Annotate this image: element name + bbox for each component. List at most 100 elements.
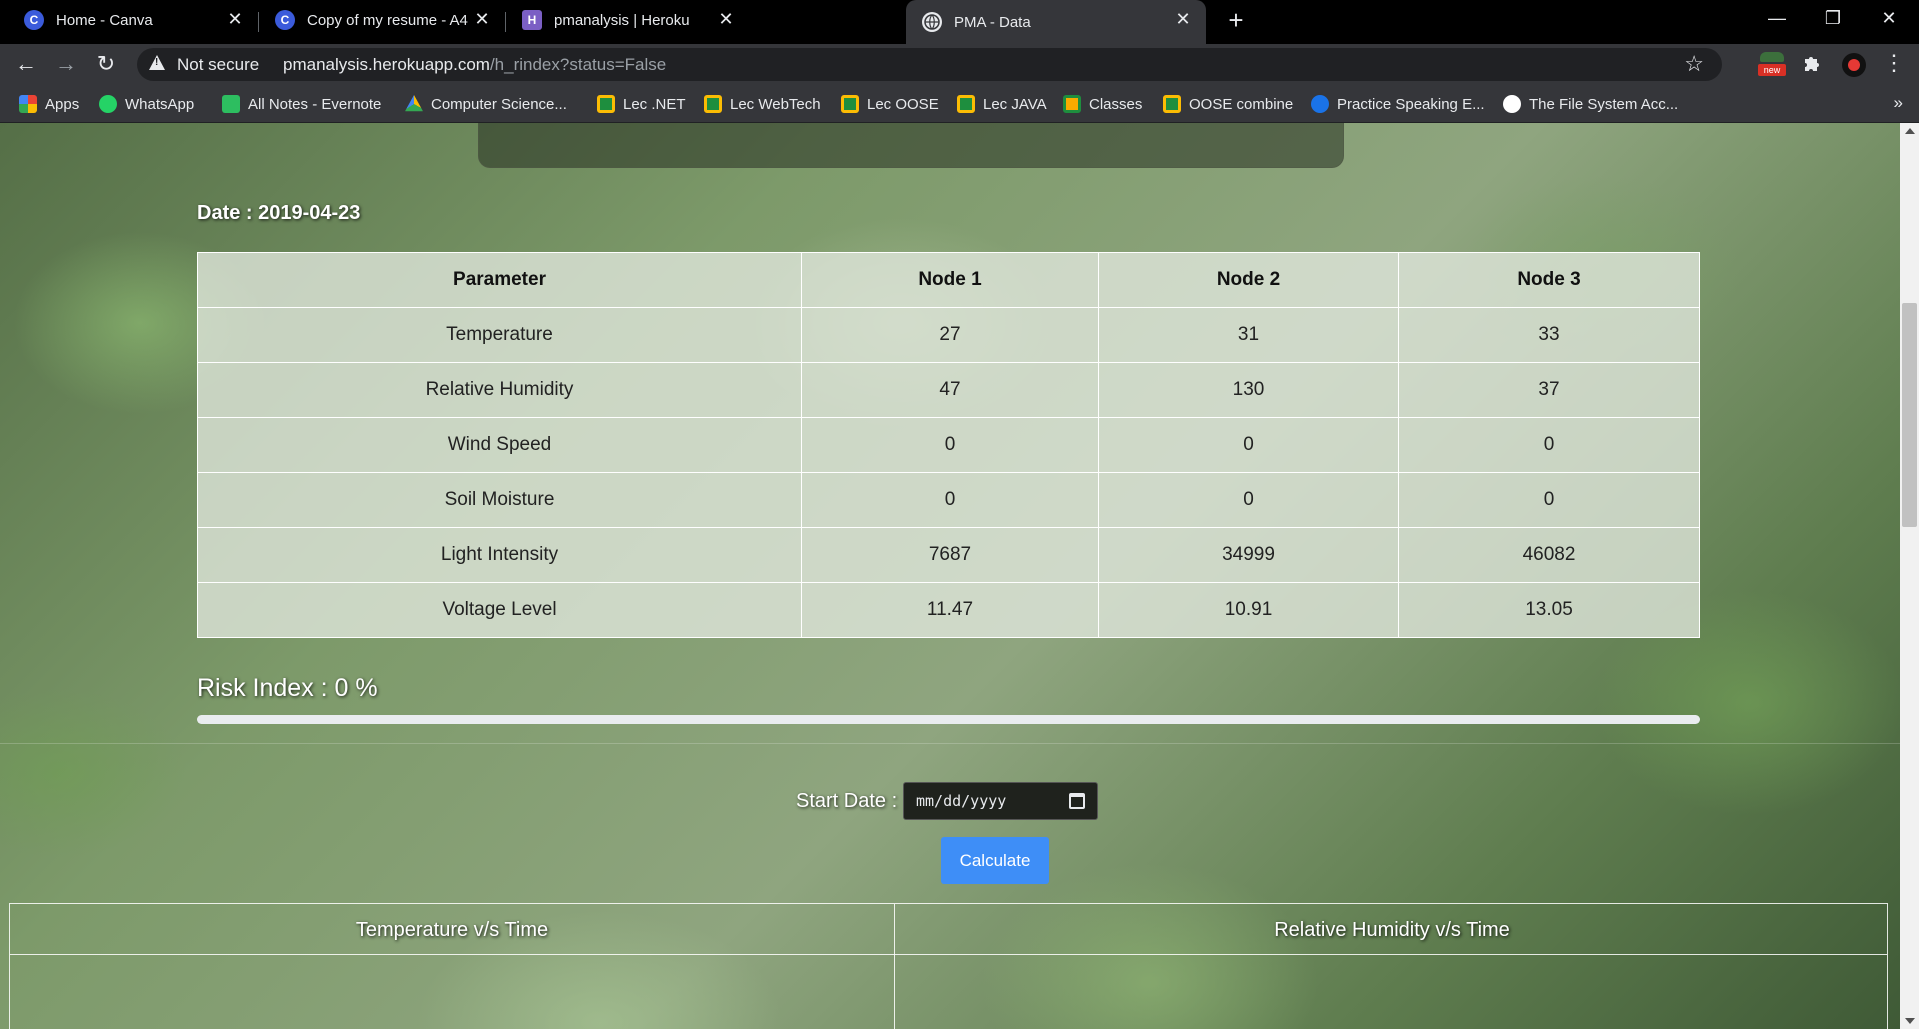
calculate-button[interactable]: Calculate xyxy=(941,837,1049,884)
apps-grid-icon xyxy=(19,95,37,113)
canva-icon: C xyxy=(24,10,44,30)
column-header: Node 1 xyxy=(801,252,1099,308)
table-cell: Wind Speed xyxy=(197,417,802,473)
table-cell: 33 xyxy=(1398,307,1700,363)
bookmark-label: The File System Acc... xyxy=(1529,95,1679,113)
table-cell: 46082 xyxy=(1398,527,1700,583)
bookmark-lec-java[interactable]: Lec JAVA xyxy=(957,93,1047,115)
table-row: Relative Humidity 47 130 37 xyxy=(197,362,1700,418)
bookmark-lec-net[interactable]: Lec .NET xyxy=(597,93,686,115)
table-cell: 34999 xyxy=(1098,527,1399,583)
table-cell: 0 xyxy=(1398,472,1700,528)
table-cell: 130 xyxy=(1098,362,1399,418)
heroku-icon: H xyxy=(522,10,542,30)
bookmark-apps[interactable]: Apps xyxy=(19,93,79,115)
classroom-icon xyxy=(597,95,615,113)
table-cell: 0 xyxy=(801,472,1099,528)
profile-avatar[interactable] xyxy=(1842,53,1866,77)
section-divider xyxy=(0,743,1900,744)
table-row: Light Intensity 7687 34999 46082 xyxy=(197,527,1700,583)
classroom-icon xyxy=(1063,95,1081,113)
new-tab-button[interactable]: + xyxy=(1221,6,1251,36)
forward-button[interactable]: → xyxy=(51,49,81,79)
scroll-down-arrow-icon[interactable] xyxy=(1905,1018,1915,1024)
scrollbar-thumb[interactable] xyxy=(1902,303,1917,527)
tab-pma-data[interactable]: PMA - Data ✕ xyxy=(906,0,1206,44)
classroom-icon xyxy=(704,95,722,113)
extension-new-icon[interactable]: new xyxy=(1758,52,1786,78)
evernote-icon xyxy=(222,95,240,113)
table-row: Voltage Level 11.47 10.91 13.05 xyxy=(197,582,1700,638)
url-text[interactable]: pmanalysis.herokuapp.com/h_rindex?status… xyxy=(283,55,666,75)
bookmark-whatsapp[interactable]: WhatsApp xyxy=(99,93,194,115)
start-date-input[interactable]: mm/dd/yyyy xyxy=(903,782,1098,820)
bookmark-file-system[interactable]: The File System Acc... xyxy=(1503,93,1678,115)
whatsapp-icon xyxy=(99,95,117,113)
bookmark-classes[interactable]: Classes xyxy=(1063,93,1142,115)
restore-button[interactable]: ❐ xyxy=(1813,2,1853,34)
table-cell: 10.91 xyxy=(1098,582,1399,638)
warning-icon xyxy=(149,55,165,70)
table-cell: 11.47 xyxy=(801,582,1099,638)
tab-title: PMA - Data xyxy=(954,13,1031,31)
charts-table: Temperature v/s Time Relative Humidity v… xyxy=(9,903,1888,1029)
bookmark-label: Apps xyxy=(45,95,80,113)
table-cell: 31 xyxy=(1098,307,1399,363)
bookmark-practice-speaking[interactable]: Practice Speaking E... xyxy=(1311,93,1485,115)
column-header: Node 2 xyxy=(1098,252,1399,308)
page-scrollbar[interactable] xyxy=(1900,123,1919,1029)
bookmark-computer-science[interactable]: Computer Science... xyxy=(405,93,567,115)
table-cell: 0 xyxy=(1098,472,1399,528)
reload-button[interactable]: ↻ xyxy=(91,49,121,79)
scroll-up-arrow-icon[interactable] xyxy=(1905,128,1915,134)
close-icon[interactable]: ✕ xyxy=(471,9,493,30)
close-window-button[interactable]: ✕ xyxy=(1869,2,1909,34)
classroom-icon xyxy=(957,95,975,113)
start-date-label: Start Date : xyxy=(796,790,898,812)
chart-header-humidity: Relative Humidity v/s Time xyxy=(1274,919,1510,941)
bookmarks-overflow-icon[interactable]: » xyxy=(1894,93,1903,113)
back-button[interactable]: ← xyxy=(11,49,41,79)
bookmark-label: Lec WebTech xyxy=(730,95,821,113)
calendar-icon[interactable] xyxy=(1069,793,1085,809)
minimize-button[interactable]: — xyxy=(1757,2,1797,34)
browser-toolbar: ← → ↻ Not secure pmanalysis.herokuapp.co… xyxy=(0,44,1919,85)
table-cell: 27 xyxy=(801,307,1099,363)
bookmark-lec-webtech[interactable]: Lec WebTech xyxy=(704,93,821,115)
security-status[interactable]: Not secure xyxy=(177,55,259,75)
classroom-icon xyxy=(1163,95,1181,113)
table-cell: Temperature xyxy=(197,307,802,363)
globe-icon xyxy=(922,12,942,32)
tab-pmanalysis-heroku[interactable]: H pmanalysis | Heroku ✕ xyxy=(506,0,749,40)
address-bar[interactable]: Not secure pmanalysis.herokuapp.com/h_ri… xyxy=(137,48,1722,81)
date-label: Date : 2019-04-23 xyxy=(197,202,361,224)
hat-icon xyxy=(1760,52,1784,62)
chart-header-divider xyxy=(10,954,1887,955)
tab-copy-of-my-resume[interactable]: C Copy of my resume - A4 ✕ xyxy=(259,0,505,40)
header-panel xyxy=(478,123,1344,168)
close-icon[interactable]: ✕ xyxy=(1172,9,1194,30)
bookmark-oose-combine[interactable]: OOSE combine xyxy=(1163,93,1293,115)
bookmark-label: WhatsApp xyxy=(125,95,195,113)
bookmark-label: Practice Speaking E... xyxy=(1337,95,1485,113)
page-content: Date : 2019-04-23 Parameter Node 1 Node … xyxy=(0,123,1900,1029)
browser-menu-icon[interactable]: ⋮ xyxy=(1883,50,1905,76)
bookmark-label: OOSE combine xyxy=(1189,95,1294,113)
browser-window: C Home - Canva ✕ C Copy of my resume - A… xyxy=(0,0,1919,1029)
close-icon[interactable]: ✕ xyxy=(224,9,246,30)
bookmark-label: Lec JAVA xyxy=(983,95,1047,113)
table-cell: 0 xyxy=(1398,417,1700,473)
tab-strip: C Home - Canva ✕ C Copy of my resume - A… xyxy=(0,0,1919,44)
url-host: pmanalysis.herokuapp.com xyxy=(283,55,490,74)
bookmark-evernote[interactable]: All Notes - Evernote xyxy=(222,93,381,115)
table-cell: 7687 xyxy=(801,527,1099,583)
bookmark-lec-oose[interactable]: Lec OOSE xyxy=(841,93,939,115)
close-icon[interactable]: ✕ xyxy=(715,9,737,30)
bookmark-label: Classes xyxy=(1089,95,1143,113)
bookmark-star-icon[interactable]: ☆ xyxy=(1684,51,1704,77)
extensions-puzzle-icon[interactable] xyxy=(1799,53,1825,77)
bookmark-label: Computer Science... xyxy=(431,95,567,113)
canva-icon: C xyxy=(275,10,295,30)
tab-home-canva[interactable]: C Home - Canva ✕ xyxy=(0,0,258,40)
column-header: Node 3 xyxy=(1398,252,1700,308)
